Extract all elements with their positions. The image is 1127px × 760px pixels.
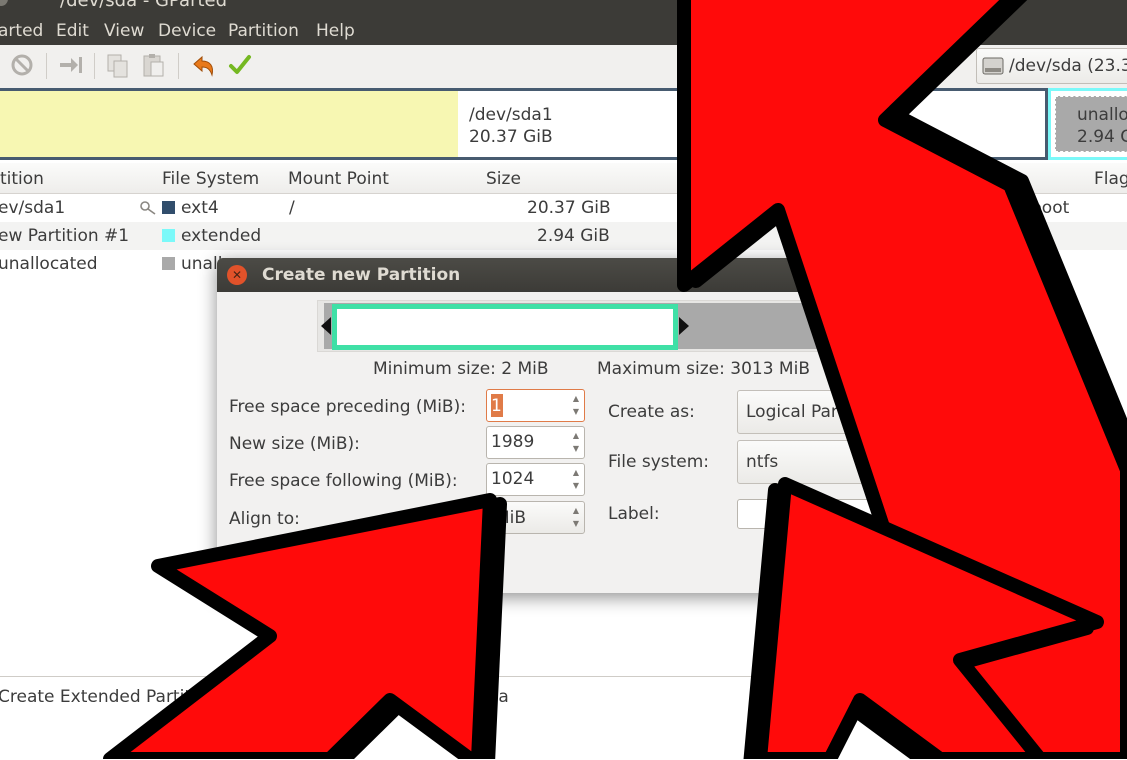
toolbar: /dev/sda (23.3 [0,45,1127,89]
row-filesystem: ext4 [162,198,219,218]
table-row[interactable]: ev/sda1 ext4 / 20.37 GiB 0.30 GiB boot [0,194,1127,222]
row-unused: 0.30 GiB [938,198,1011,218]
new-size-label: New size (MiB): [229,434,360,454]
free-space-preceding-selected-text: 1 [491,396,502,416]
minimum-size-label: Minimum size: 2 MiB [373,359,549,379]
menubar: arted Edit View Device Partition Help [0,13,1127,45]
column-header-partition[interactable]: tition [0,163,159,194]
undo-icon[interactable] [190,54,216,78]
apply-to-end-icon[interactable] [58,54,84,76]
row-unused: --- [1008,226,1027,246]
fs-color-swatch [162,201,175,214]
combo-arrows-icon: ▲ ▼ [930,402,937,422]
column-header-filesystem[interactable]: File System [158,163,285,194]
dialog-title: Create new Partition [262,265,461,285]
align-to-label: Align to: [229,509,300,529]
column-header-used-unused[interactable] [608,163,1027,194]
fs-color-swatch [162,229,175,242]
graph-partition-sda1[interactable]: /dev/sda1 20.37 GiB [0,88,1048,160]
row-filesystem: unall [162,254,222,274]
menu-device[interactable]: Device [158,21,216,41]
table-row[interactable]: ew Partition #1 extended 2.94 GiB --- [0,222,1127,250]
row-unused: --- [1008,254,1027,274]
device-selector[interactable]: /dev/sda (23.3 [976,48,1127,84]
spinner-arrows-icon[interactable]: ▲ ▼ [570,392,582,419]
free-space-following-spinner[interactable]: ▲▼ [486,463,585,496]
resizer-right-handle[interactable] [678,317,690,335]
create-as-combo[interactable]: Logical Partition ▲ ▼ [737,390,945,434]
row-partition: ew Partition #1 [0,226,130,246]
label-field-label: Label: [608,504,660,524]
row-size: 20.37 GiB [527,198,611,218]
free-space-preceding-label: Free space preceding (MiB): [229,397,466,417]
fs-color-swatch [162,257,175,270]
harddisk-icon [982,57,1004,75]
paste-icon[interactable] [142,52,166,79]
align-to-combo[interactable]: MiB ▲ ▼ [486,501,585,534]
column-header-filesystem-label: File System [162,169,260,189]
create-partition-dialog: ✕ Create new Partition Minimum size: 2 M… [217,258,958,593]
apply-icon[interactable] [228,53,252,77]
free-space-following-input[interactable] [489,467,571,491]
row-filesystem: extended [162,226,261,246]
graph-sda1-name: /dev/sda1 [469,105,553,125]
align-to-value: MiB [495,508,527,528]
combo-arrows-icon: ▲ ▼ [930,452,937,472]
graph-partition-unallocated[interactable]: unallo 2.94 G [1048,88,1127,160]
row-partition: unallocated [0,254,98,274]
combo-arrows-icon[interactable]: ▲ ▼ [570,504,582,531]
file-system-value: ntfs [746,452,779,472]
dialog-titlebar: ✕ Create new Partition [217,258,958,292]
file-system-combo[interactable]: ntfs ▲ ▼ [737,440,945,484]
column-header-partition-label: tition [0,169,44,189]
column-header-mountpoint[interactable]: Mount Point [284,163,400,194]
new-size-input[interactable] [489,430,571,454]
column-header-size-label: Size [486,169,521,189]
menu-help[interactable]: Help [316,21,355,41]
partition-graph: /dev/sda1 20.37 GiB unallo 2.94 G [0,88,1127,161]
menu-view[interactable]: View [104,21,144,41]
window-close-dot[interactable] [0,0,8,6]
pending-operation-text: Create Extended Partiti [0,687,196,707]
menu-partition[interactable]: Partition [228,21,299,41]
partition-resizer[interactable] [317,300,857,352]
cancel-icon[interactable] [10,53,34,77]
column-header-size[interactable]: Size [399,163,609,194]
resizer-partition-block[interactable] [332,304,678,350]
pending-operations-pane: Create Extended Partiti v/sda [0,676,1127,760]
free-space-following-label: Free space following (MiB): [229,471,458,491]
spinner-arrows-icon[interactable]: ▲ ▼ [570,466,582,493]
device-selector-label: /dev/sda (23.3 [1009,56,1127,76]
graph-sda1-size: 20.37 GiB [469,127,553,147]
graph-unallocated-name: unallo [1077,105,1127,125]
column-header-mountpoint-label: Mount Point [288,169,389,189]
window-titlebar: /dev/sda - GParted [0,0,1127,13]
key-icon [140,201,156,215]
dialog-close-button[interactable]: ✕ [227,265,247,285]
free-space-preceding-spinner[interactable]: 1 ▲▼ [486,389,585,422]
graph-used-space [0,91,459,157]
row-filesystem-label: extended [181,226,262,246]
resizer-left-handle[interactable] [320,317,332,335]
column-header-flags-label: Flag [1094,169,1127,189]
graph-unallocated-size: 2.94 G [1077,127,1127,147]
row-size: 2.94 GiB [537,226,610,246]
new-size-spinner[interactable]: ▲▼ [486,426,585,459]
row-mount: / [289,198,295,218]
label-field[interactable] [737,499,945,529]
column-header-flags[interactable]: Flag [1026,163,1127,194]
row-partition: ev/sda1 [0,198,66,218]
create-as-label: Create as: [608,402,695,422]
window-title: /dev/sda - GParted [60,0,228,11]
copy-icon[interactable] [106,53,130,79]
spinner-arrows-icon[interactable]: ▲ ▼ [570,429,582,456]
menu-gparted[interactable]: arted [0,21,43,41]
maximum-size-label: Maximum size: 3013 MiB [597,359,810,379]
menu-edit[interactable]: Edit [56,21,89,41]
file-system-label: File system: [608,452,710,472]
create-as-value: Logical Partition [746,402,882,422]
row-filesystem-label: ext4 [181,198,219,218]
pending-operation-device: v/sda [463,687,509,707]
row-flags: boot [1031,198,1070,218]
